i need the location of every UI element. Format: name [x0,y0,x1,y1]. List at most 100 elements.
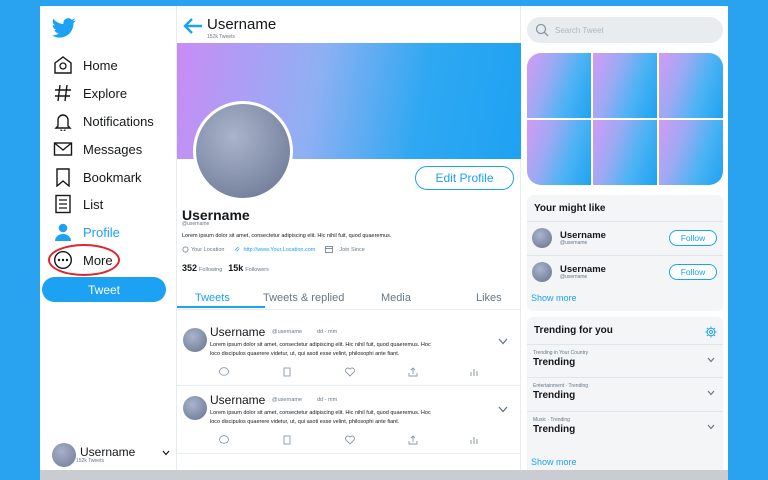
account-switcher[interactable]: Username 152k Tweets [52,442,176,468]
avatar[interactable] [183,328,207,352]
sidebar-item-label: Home [83,57,118,73]
list-icon [52,193,74,215]
sidebar-item-notifications[interactable]: Notifications [52,109,154,133]
tweet-item[interactable]: Username @username dd - mm Lorem ipsum d… [177,320,522,386]
heart-icon[interactable] [344,366,356,378]
sidebar-item-messages[interactable]: Messages [52,137,142,161]
sidebar-item-profile[interactable]: Profile [52,220,120,244]
follow-button[interactable]: Follow [669,264,717,280]
retweet-icon[interactable] [281,366,293,378]
trend-title: Trending [533,357,576,368]
trend-context: Music · Trending [533,417,570,423]
sidebar-item-home[interactable]: Home [52,53,118,77]
back-arrow-icon[interactable] [183,17,203,35]
media-thumbnail[interactable] [659,53,723,118]
edit-profile-button[interactable]: Edit Profile [415,166,514,190]
tweet-text-line: loco discipulos quaerere videtur, ut, qu… [210,419,400,425]
media-thumbnail[interactable] [527,120,591,185]
avatar[interactable] [532,228,552,248]
suggested-user[interactable]: Username @username Follow [527,221,723,253]
media-thumbnail[interactable] [593,120,657,185]
analytics-icon[interactable] [468,366,480,378]
sidebar-item-explore[interactable]: Explore [52,81,127,105]
avatar[interactable] [532,262,552,282]
show-more-link[interactable]: Show more [531,293,577,303]
avatar[interactable] [183,396,207,420]
twitter-logo-icon[interactable] [52,18,76,38]
location-icon [182,246,189,253]
tab-tweets[interactable]: Tweets [195,292,230,304]
tweet-actions [210,366,480,378]
share-icon[interactable] [407,434,419,446]
followers-label[interactable]: Followers [245,267,269,273]
page-title: Username [207,16,277,33]
active-tab-indicator [177,306,265,308]
suggested-user-handle: @username [560,274,588,280]
tweet-author-handle: @username [272,329,303,335]
following-count[interactable]: 352 [182,263,197,273]
show-more-link[interactable]: Show more [531,457,577,467]
hashtag-icon [52,82,74,104]
trend-item[interactable]: Entertainment · Trending Trending [527,377,723,409]
profile-stats: 352 Following 15k Followers [182,263,275,273]
share-icon[interactable] [407,366,419,378]
profile-bio: Lorem ipsum dolor sit amet, consectetur … [182,233,392,239]
tweet-text-line: Lorem ipsum dolor sit amet, consectetur … [210,410,431,416]
sidebar-item-list[interactable]: List [52,192,103,216]
trend-context: Trending in Your Country [533,350,589,356]
bottom-bar [40,470,728,480]
analytics-icon[interactable] [468,434,480,446]
avatar [52,443,76,467]
follow-button[interactable]: Follow [669,230,717,246]
tweet-text-line: loco discipulos quaerere videtur, ut, qu… [210,351,400,357]
tab-likes[interactable]: Likes [476,292,502,304]
chevron-down-icon[interactable] [498,338,508,345]
calendar-icon [325,246,334,253]
tweet-text: Lorem ipsum dolor sit amet, consectetur … [210,409,490,427]
gear-icon[interactable] [705,326,717,338]
sidebar-item-bookmark[interactable]: Bookmark [52,165,142,189]
profile-location: Your Location [191,246,225,253]
trend-title: Trending [533,424,576,435]
tweet-author-name[interactable]: Username [210,393,265,407]
trend-title: Trending [533,390,576,401]
chevron-down-icon[interactable] [707,390,715,396]
profile-column: Username 152k Tweets Edit Profile Userna… [176,6,522,480]
media-thumbnail[interactable] [659,120,723,185]
media-thumbnail[interactable] [593,53,657,118]
followers-count[interactable]: 15k [228,263,243,273]
profile-joined: Join Since [339,246,365,253]
profile-link[interactable]: http://www.Your.Location.com [243,247,315,253]
media-thumbnail[interactable] [527,53,591,118]
trending-panel: Trending for you Trending in Your Countr… [527,317,723,475]
profile-avatar[interactable] [193,101,293,201]
tab-media[interactable]: Media [381,292,411,304]
highlight-circle [48,244,120,276]
chevron-down-icon[interactable] [498,406,508,413]
sidebar-item-label: Bookmark [83,169,142,185]
reply-icon[interactable] [218,366,230,378]
media-grid [527,53,723,185]
search-bar[interactable] [527,17,723,43]
chevron-down-icon[interactable] [707,424,715,430]
search-input[interactable] [555,25,705,35]
retweet-icon[interactable] [281,434,293,446]
trend-item[interactable]: Music · Trending Trending [527,411,723,443]
following-label[interactable]: Following [199,267,222,273]
trend-context: Entertainment · Trending [533,383,589,389]
heart-icon[interactable] [344,434,356,446]
profile-header: Username 152k Tweets [177,14,520,44]
tweet-text-line: Lorem ipsum dolor sit amet, consectetur … [210,342,431,348]
sidebar-item-label: Messages [83,141,143,157]
sidebar-item-label: Explore [83,85,128,101]
reply-icon[interactable] [218,434,230,446]
trend-item[interactable]: Trending in Your Country Trending [527,344,723,376]
tweet-author-name[interactable]: Username [210,325,265,339]
person-icon [52,221,74,243]
tweet-item[interactable]: Username @username dd - mm Lorem ipsum d… [177,388,522,454]
tab-tweets-replies[interactable]: Tweets & replied [263,292,344,304]
tweet-button[interactable]: Tweet [42,277,166,302]
suggested-user[interactable]: Username @username Follow [527,255,723,287]
chevron-down-icon[interactable] [707,357,715,363]
sidebar-item-label: Notifications [83,113,154,129]
